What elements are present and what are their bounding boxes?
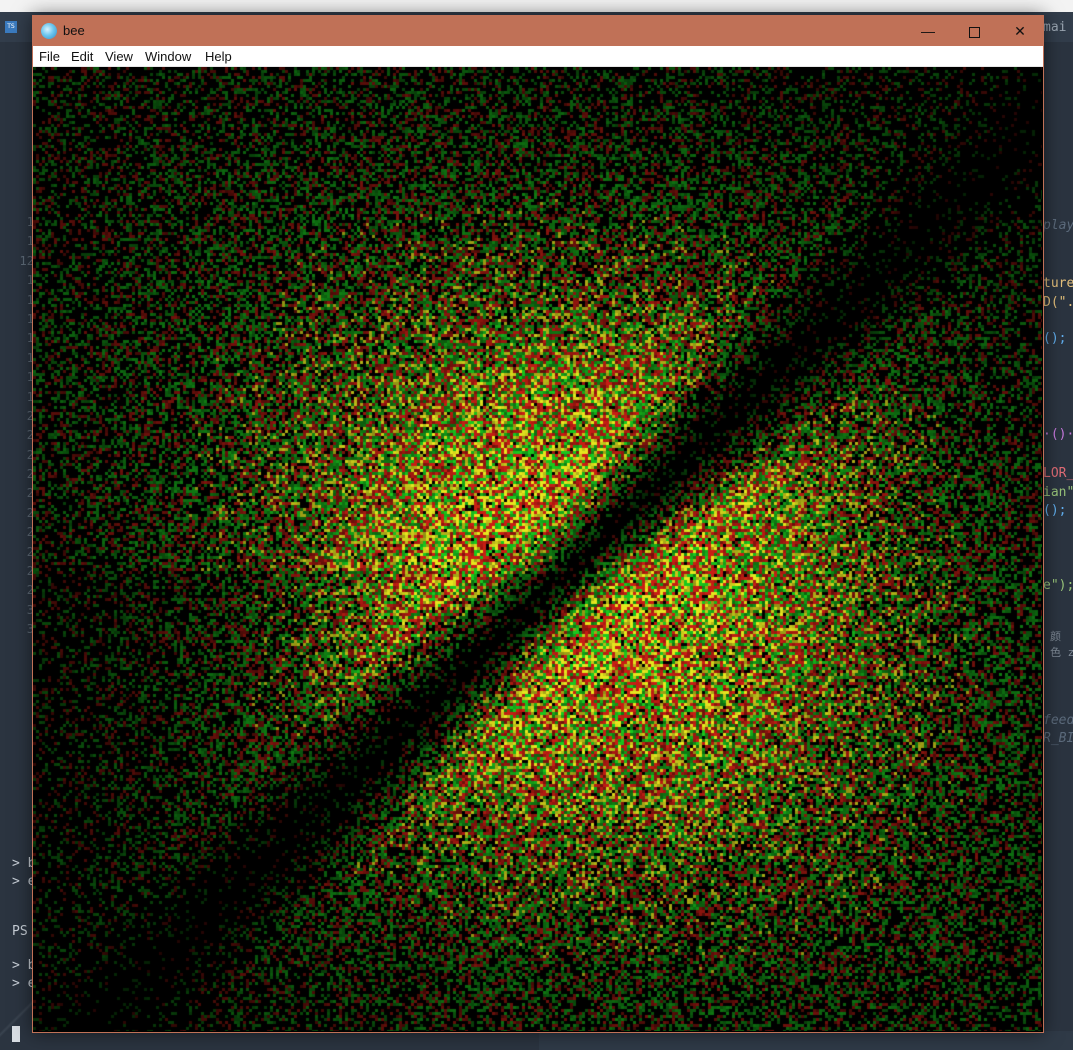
bee-app-icon — [41, 23, 57, 39]
code-fragment: R_BI — [1043, 731, 1073, 746]
typescript-file-icon[interactable]: TS — [5, 21, 17, 33]
code-fragment: LOR_ — [1043, 466, 1073, 481]
terminal-line: PS — [12, 924, 28, 939]
render-canvas-area[interactable] — [33, 67, 1042, 1031]
app-window: bee — ✕ File Edit View Window Help — [32, 15, 1044, 1033]
menu-help[interactable]: Help — [205, 49, 232, 64]
menu-edit[interactable]: Edit — [71, 49, 93, 64]
close-button[interactable]: ✕ — [997, 16, 1043, 46]
window-title: bee — [63, 23, 85, 38]
code-fragment: D(". — [1043, 295, 1073, 310]
code-fragment: (); — [1043, 331, 1067, 346]
minimize-button[interactable]: — — [905, 16, 951, 46]
code-fragment: feed — [1043, 713, 1073, 728]
code-fragment: (); — [1043, 503, 1067, 518]
code-fragment: e"); — [1043, 578, 1073, 593]
minimize-icon: — — [921, 23, 935, 39]
menu-view[interactable]: View — [105, 49, 133, 64]
menu-file[interactable]: File — [39, 49, 60, 64]
code-fragment: play — [1043, 218, 1073, 233]
particle-render-canvas[interactable] — [33, 67, 1042, 1031]
code-fragment: ture — [1043, 276, 1073, 291]
editor-tab-label[interactable]: mai — [1043, 20, 1066, 35]
code-fragment: 色 z — [1050, 646, 1073, 659]
maximize-button[interactable] — [951, 16, 997, 46]
maximize-icon — [968, 26, 980, 38]
close-icon: ✕ — [1014, 23, 1026, 39]
menu-bar: File Edit View Window Help — [33, 46, 1043, 67]
os-top-strip — [0, 0, 1073, 12]
menu-window[interactable]: Window — [145, 49, 191, 64]
code-fragment: ian" — [1043, 485, 1073, 500]
code-fragment: ·()· — [1043, 427, 1073, 442]
title-bar[interactable]: bee — ✕ — [33, 16, 1043, 46]
editor-status-bar — [539, 1031, 1073, 1050]
code-fragment: 颜 — [1050, 630, 1061, 643]
